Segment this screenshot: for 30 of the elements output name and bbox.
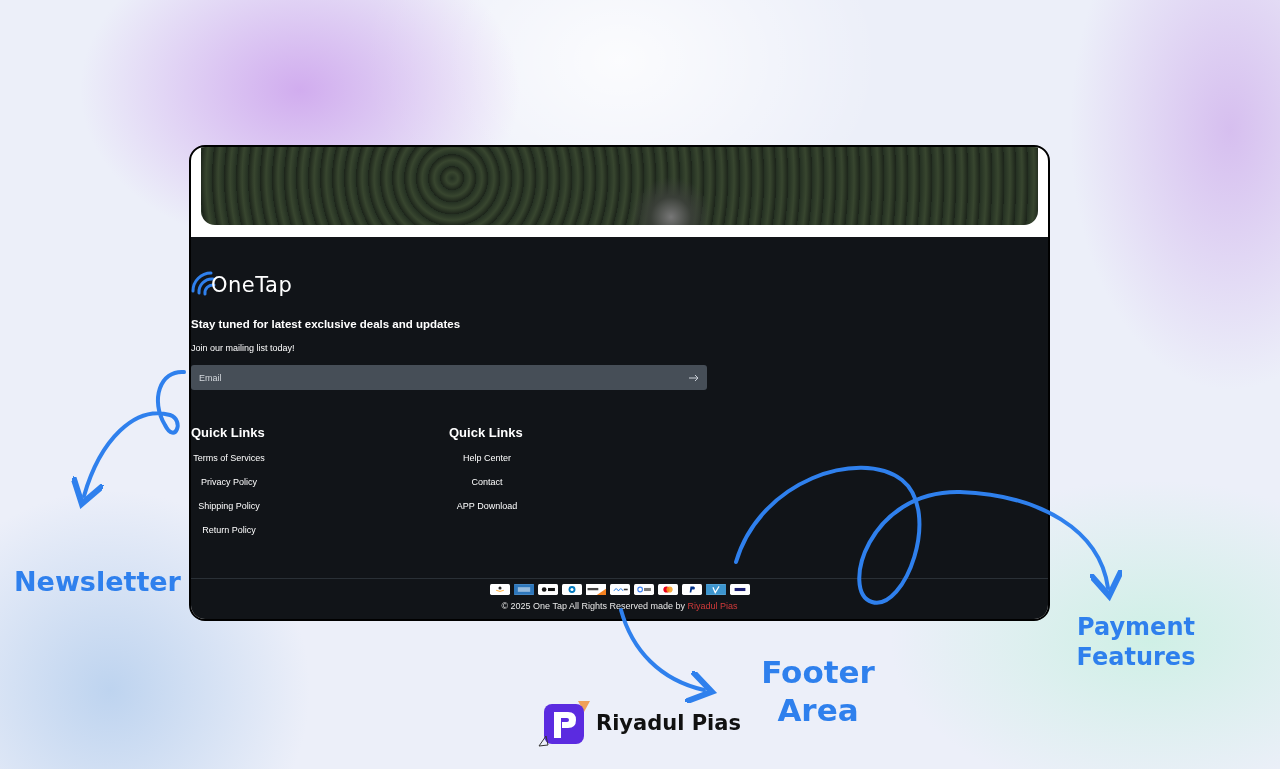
footer-link[interactable]: Return Policy <box>191 525 267 536</box>
payment-card-icon <box>489 584 510 595</box>
annotation-label: Payment Features <box>1075 612 1197 672</box>
payment-card-icon <box>537 584 558 595</box>
column-heading: Quick Links <box>191 425 265 440</box>
annotation-label: Newsletter <box>14 566 181 597</box>
annotation-label: Footer Area <box>760 653 876 729</box>
payment-card-icon <box>585 584 606 595</box>
email-field[interactable]: Email <box>191 365 707 390</box>
footer-link[interactable]: Help Center <box>449 453 525 464</box>
newsletter-heading: Stay tuned for latest exclusive deals and updates <box>191 318 462 330</box>
payment-card-icon <box>729 584 750 595</box>
arrow-right-icon <box>689 373 699 382</box>
footer-link[interactable]: Terms of Services <box>191 453 267 464</box>
newsletter-text: Join our mailing list today! <box>191 343 296 353</box>
footer-link[interactable]: Shipping Policy <box>191 501 267 512</box>
copyright-text: © 2025 One Tap All Rights Reserved made by Riyadul Pias <box>501 601 738 611</box>
payment-card-icon <box>561 584 582 595</box>
payment-card-icon <box>657 584 678 595</box>
payment-card-icon <box>681 584 702 595</box>
column-heading: Quick Links <box>449 425 523 440</box>
footer-link[interactable]: Privacy Policy <box>191 477 267 488</box>
payment-card-icon <box>633 584 654 595</box>
payment-card-icon <box>609 584 630 595</box>
brand-logo-text: OneTap <box>211 273 293 297</box>
payment-card-icon <box>705 584 726 595</box>
footer-link[interactable]: APP Download <box>449 501 525 512</box>
footer-link[interactable]: Contact <box>449 477 525 488</box>
payment-card-icon <box>513 584 534 595</box>
author-name: Riyadul Pias <box>596 711 741 735</box>
